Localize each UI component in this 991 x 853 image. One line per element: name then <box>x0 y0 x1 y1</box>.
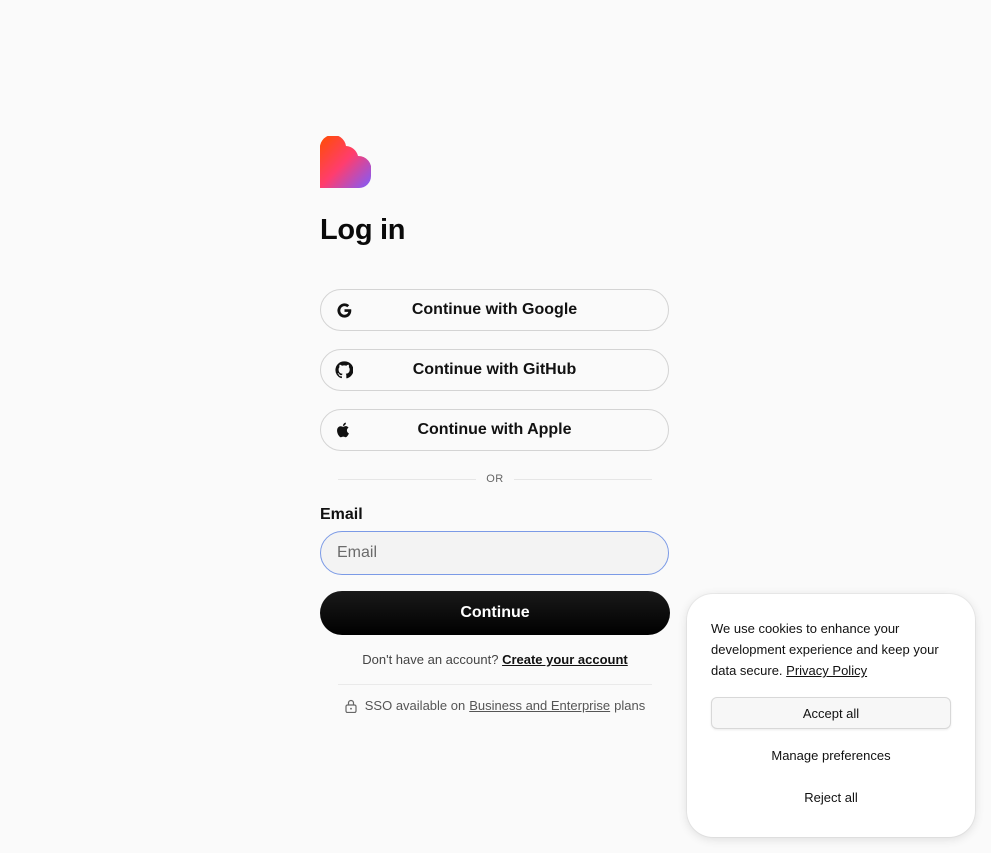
email-label: Email <box>320 506 363 523</box>
accept-all-button[interactable]: Accept all <box>711 697 951 729</box>
privacy-policy-link[interactable]: Privacy Policy <box>786 663 867 678</box>
cookie-message: We use cookies to enhance your developme… <box>711 618 951 681</box>
continue-button[interactable]: Continue <box>320 591 670 635</box>
reject-all-button[interactable]: Reject all <box>711 783 951 811</box>
signup-prompt: Don't have an account? <box>362 652 499 667</box>
login-page: Log in Continue with Google Continue wit… <box>0 0 991 853</box>
sso-prefix: SSO available on <box>364 698 466 713</box>
sso-info: SSO available on Business and Enterprise… <box>320 698 670 713</box>
continue-with-apple-button[interactable]: Continue with Apple <box>320 409 669 451</box>
apple-icon <box>335 421 353 439</box>
continue-with-google-button[interactable]: Continue with Google <box>320 289 669 331</box>
sso-suffix: plans <box>614 698 646 713</box>
continue-with-github-button[interactable]: Continue with GitHub <box>320 349 669 391</box>
continue-with-github-label: Continue with GitHub <box>412 361 577 378</box>
separator <box>338 684 652 685</box>
github-icon <box>335 361 353 379</box>
create-account-link[interactable]: Create your account <box>502 652 628 667</box>
cookie-banner: We use cookies to enhance your developme… <box>687 594 975 837</box>
page-title: Log in <box>320 214 406 246</box>
google-icon <box>335 301 353 319</box>
app-logo <box>320 136 371 188</box>
divider-line-left <box>338 478 477 480</box>
lock-icon <box>345 699 357 713</box>
business-enterprise-link[interactable]: Business and Enterprise <box>469 698 610 713</box>
divider-text: OR <box>486 473 504 485</box>
continue-with-google-label: Continue with Google <box>411 301 578 318</box>
signup-row: Don't have an account? Create your accou… <box>320 652 670 667</box>
or-divider: OR <box>338 471 652 487</box>
email-input[interactable] <box>320 531 669 575</box>
divider-line-right <box>513 478 652 480</box>
continue-with-apple-label: Continue with Apple <box>417 421 572 438</box>
manage-preferences-button[interactable]: Manage preferences <box>711 741 951 769</box>
